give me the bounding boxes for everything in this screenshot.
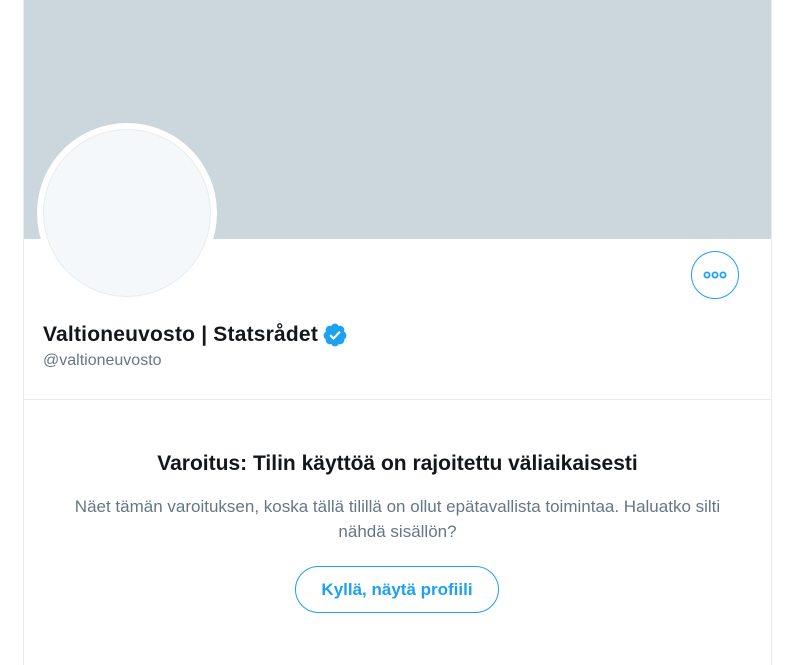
profile-column: Valtioneuvosto | Statsrådet @valtioneuvo… [23,0,772,665]
section-divider [24,399,771,400]
profile-display-name: Valtioneuvosto | Statsrådet [43,323,319,346]
profile-avatar[interactable] [37,123,217,303]
verified-badge-icon [323,323,347,347]
avatar-placeholder [43,129,211,297]
more-horizontal-icon [703,271,727,279]
profile-handle: @valtioneuvosto [43,352,162,369]
warning-title: Varoitus: Tilin käyttöä on rajoitettu vä… [157,452,638,475]
more-options-button[interactable] [691,251,739,299]
warning-text: Näet tämän varoituksen, koska tällä tili… [74,497,721,541]
show-profile-button[interactable]: Kyllä, näytä profiili [295,566,499,613]
profile-name-row: Valtioneuvosto | Statsrådet [43,320,348,350]
